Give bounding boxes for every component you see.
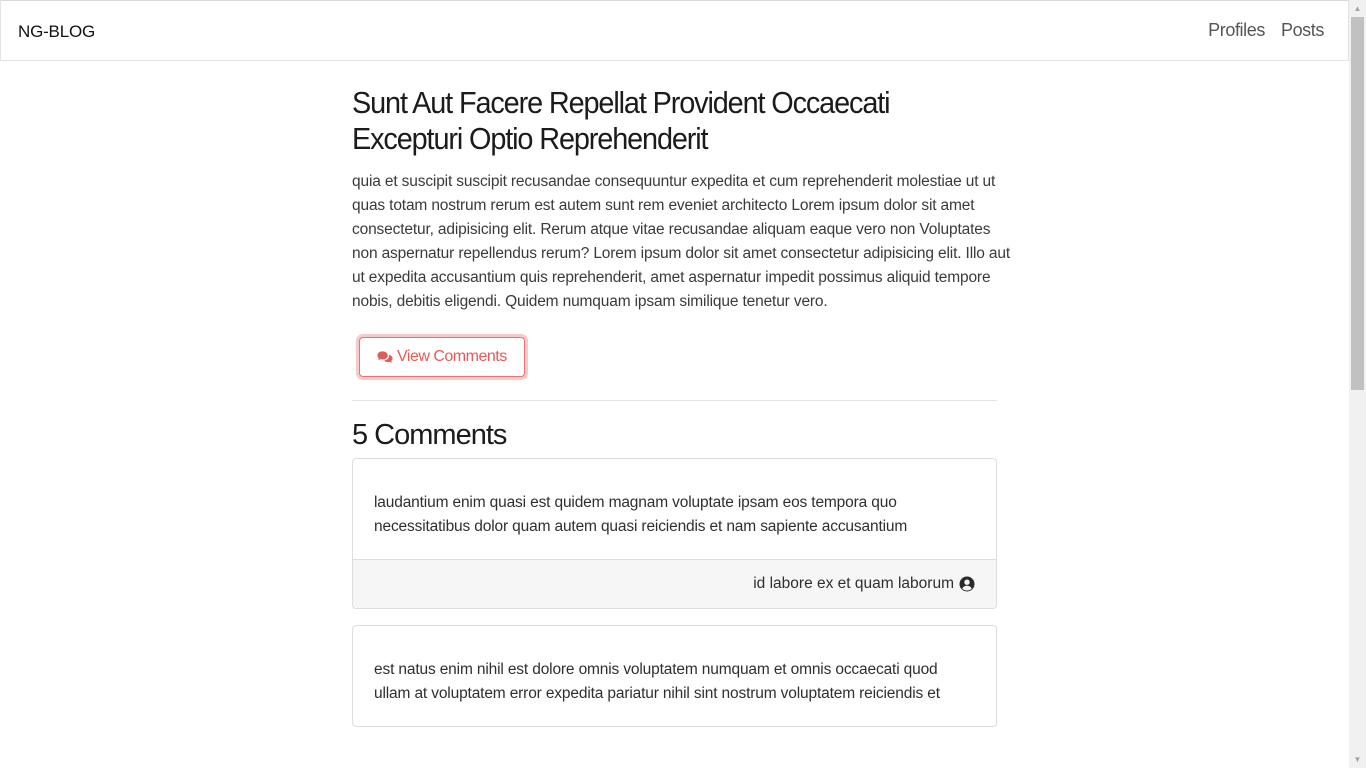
nav-links: Profiles Posts <box>1208 20 1324 41</box>
nav-link-profiles[interactable]: Profiles <box>1208 20 1265 41</box>
scrollbar-thumb[interactable] <box>1351 17 1364 390</box>
top-navbar: NG-BLOG Profiles Posts <box>0 0 1349 61</box>
user-circle-icon <box>959 576 975 592</box>
post-body: quia et suscipit suscipit recusandae con… <box>352 173 1011 310</box>
page: NG-BLOG Profiles Posts Sunt Aut Facere R… <box>0 0 1366 768</box>
comment-body: est natus enim nihil est dolore omnis vo… <box>374 661 940 702</box>
comments-heading: 5 Comments <box>352 419 507 451</box>
brand-logo[interactable]: NG-BLOG <box>18 22 95 42</box>
comment-author: id labore ex et quam laborum <box>753 575 954 592</box>
section-divider <box>352 400 997 401</box>
post-title: Sunt Aut Facere Repellat Provident Occae… <box>352 85 891 156</box>
scroll-up-arrow-icon[interactable]: ▲ <box>1349 0 1366 17</box>
comment-footer: id labore ex et quam laborum <box>353 559 996 608</box>
post-container: Sunt Aut Facere Repellat Provident Occae… <box>352 85 1010 727</box>
comment-card: laudantium enim quasi est quidem magnam … <box>352 458 997 609</box>
view-comments-button[interactable]: View Comments <box>359 337 525 377</box>
comments-icon <box>377 351 393 363</box>
view-comments-label: View Comments <box>397 348 507 365</box>
comment-card: est natus enim nihil est dolore omnis vo… <box>352 625 997 727</box>
comment-body: laudantium enim quasi est quidem magnam … <box>374 494 908 535</box>
nav-link-posts[interactable]: Posts <box>1281 20 1324 41</box>
scroll-down-arrow-icon[interactable]: ▼ <box>1349 751 1366 768</box>
vertical-scrollbar[interactable]: ▲ ▼ <box>1349 0 1366 768</box>
